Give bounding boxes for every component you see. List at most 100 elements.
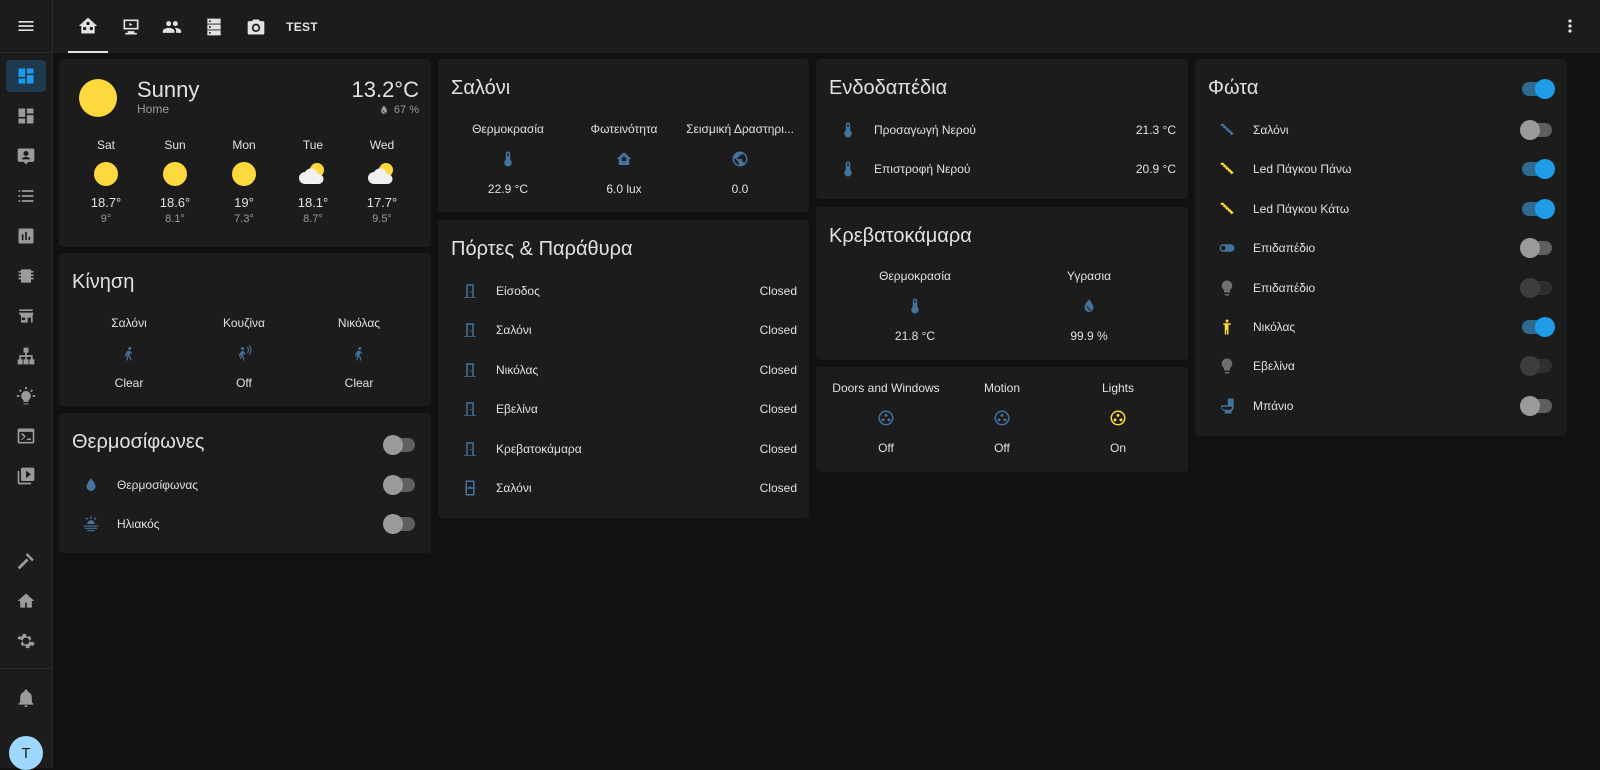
boiler-toggle[interactable] <box>383 514 415 534</box>
light-row[interactable]: Led Πάγκου Πάνω <box>1195 154 1567 184</box>
light-row[interactable]: Εβελίνα <box>1195 351 1567 381</box>
group-entity[interactable]: Doors and Windows Off <box>828 381 944 455</box>
motion-sensor[interactable]: Σαλόνι Clear <box>71 316 187 390</box>
sidebar-item-terminal[interactable] <box>6 420 46 452</box>
sitemap-icon <box>17 347 35 365</box>
sidebar-item-dashboard[interactable] <box>6 100 46 132</box>
forecast-day-name: Mon <box>232 138 256 152</box>
salon-sensor-name: Σεισμική Δραστηρι... <box>686 122 794 136</box>
top-bar: TEST <box>53 0 1600 53</box>
sidebar-item-people[interactable] <box>6 140 46 172</box>
door-row[interactable]: Σαλόνι Closed <box>438 315 809 345</box>
forecast-high: 18.6° <box>159 195 191 210</box>
thermometer-icon <box>844 122 852 138</box>
door-row[interactable]: Εβελίνα Closed <box>438 394 809 424</box>
door-name: Είσοδος <box>496 284 540 298</box>
floor-row[interactable]: Προσαγωγή Νερού 21.3 °C <box>816 115 1188 145</box>
light-toggle[interactable] <box>1520 120 1552 140</box>
sidebar-item-overview[interactable] <box>6 60 46 92</box>
sidebar-item-network[interactable] <box>6 340 46 372</box>
door-name: Σαλόνι <box>496 481 532 495</box>
bedroom-sensor[interactable]: Θερμοκρασία 21.8 °C <box>828 269 1002 343</box>
door-row[interactable]: Είσοδος Closed <box>438 276 809 306</box>
motion-sensor[interactable]: Νικόλας Clear <box>301 316 417 390</box>
more-options-button[interactable] <box>1560 16 1580 36</box>
salon-sensor[interactable]: Σεισμική Δραστηρι... 0.0 <box>682 122 798 196</box>
bell-icon <box>18 689 34 708</box>
sidebar-item-store[interactable] <box>6 300 46 332</box>
light-name: Σαλόνι <box>1253 123 1289 137</box>
sidebar-item-media[interactable] <box>6 460 46 492</box>
light-toggle[interactable] <box>1522 317 1555 337</box>
boilers-master-toggle[interactable] <box>383 435 415 455</box>
motion-sensor-name: Κουζίνα <box>223 316 265 330</box>
salon-sensor[interactable]: Φωτεινότητα 6.0 lux <box>566 122 682 196</box>
avatar[interactable]: T <box>9 736 43 770</box>
chip-icon <box>18 269 34 283</box>
sidebar-item-settings[interactable] <box>6 625 46 657</box>
sidebar-item-notifications[interactable] <box>6 682 46 714</box>
tab-server[interactable] <box>194 0 234 53</box>
door-row[interactable]: Σαλόνι Closed <box>438 473 809 503</box>
motion-sensor-state: Clear <box>344 376 374 390</box>
group-entity[interactable]: Lights On <box>1060 381 1176 455</box>
light-row[interactable]: Μπάνιο <box>1195 391 1567 421</box>
weather-card[interactable]: Sunny Home 13.2°C 67 % Sat 18.7° 9° Sun … <box>59 59 431 247</box>
tab-media[interactable] <box>111 0 151 53</box>
boiler-row[interactable]: Ηλιακός <box>59 509 431 539</box>
thermometer-icon <box>844 161 852 177</box>
lights-master-toggle[interactable] <box>1522 79 1555 99</box>
floor-row[interactable]: Επιστροφή Νερού 20.9 °C <box>816 154 1188 184</box>
water-percent-icon <box>380 105 387 114</box>
weather-humidity: 67 % <box>378 104 419 116</box>
bedroom-sensor[interactable]: Υγρασια 99.9 % <box>1002 269 1176 343</box>
google-circles-on-icon <box>1110 410 1126 426</box>
light-row[interactable]: Νικόλας <box>1195 312 1567 342</box>
led-strip-icon <box>1220 123 1234 136</box>
sidebar-item-logbook[interactable] <box>6 180 46 212</box>
sidebar-item-developer-tools[interactable] <box>6 545 46 577</box>
salon-sensor[interactable]: Θερμοκρασία 22.9 °C <box>450 122 566 196</box>
weather-temperature: 13.2°C <box>351 77 419 102</box>
door-row[interactable]: Νικόλας Closed <box>438 355 809 385</box>
lightbulb-on-icon <box>16 386 36 405</box>
account-group-icon <box>162 20 182 33</box>
light-row[interactable]: Led Πάγκου Κάτω <box>1195 194 1567 224</box>
light-toggle[interactable] <box>1522 198 1555 219</box>
tab-home[interactable] <box>68 0 108 53</box>
light-row[interactable]: Σαλόνι <box>1195 115 1567 145</box>
sidebar-item-esphome[interactable] <box>6 260 46 292</box>
light-toggle[interactable] <box>1520 395 1552 416</box>
light-toggle[interactable] <box>1520 277 1552 298</box>
motion-sensor-name: Σαλόνι <box>111 316 147 330</box>
boiler-row[interactable]: Θερμοσίφωνας <box>59 470 431 500</box>
store-icon <box>18 309 34 323</box>
card-title: Ενδοδαπέδια <box>829 77 948 99</box>
door-row[interactable]: Κρεβατοκάμαρα Closed <box>438 434 809 464</box>
salon-sensor-value: 22.9 °C <box>487 182 529 196</box>
boiler-toggle[interactable] <box>383 475 415 495</box>
weather-sunny-icon <box>94 162 118 186</box>
view-dashboard-icon <box>18 108 34 124</box>
light-row[interactable]: Επιδαπέδιο <box>1195 273 1567 303</box>
floor-sensor-name: Επιστροφή Νερού <box>874 162 971 176</box>
light-toggle[interactable] <box>1520 238 1552 259</box>
light-toggle[interactable] <box>1520 356 1552 377</box>
forecast-day-name: Sat <box>96 138 115 152</box>
door-state: Closed <box>759 441 797 456</box>
light-row[interactable]: Επιδαπέδιο <box>1195 233 1567 263</box>
menu-button[interactable] <box>0 0 52 53</box>
weather-condition: Sunny <box>137 77 200 102</box>
sidebar-item-history[interactable] <box>6 220 46 252</box>
tab-people[interactable] <box>152 0 192 53</box>
sidebar-item-supervisor[interactable] <box>6 585 46 617</box>
tab-camera[interactable] <box>236 0 276 53</box>
tab-test[interactable]: TEST <box>281 0 323 53</box>
light-toggle[interactable] <box>1522 159 1555 180</box>
sidebar-item-lights[interactable] <box>6 380 46 412</box>
motion-sensor-state: Clear <box>114 376 144 390</box>
group-entity[interactable]: Motion Off <box>944 381 1060 455</box>
forecast-high: 18.1° <box>297 195 329 210</box>
door-closed-icon <box>464 441 476 456</box>
motion-sensor[interactable]: Κουζίνα Off <box>186 316 302 390</box>
